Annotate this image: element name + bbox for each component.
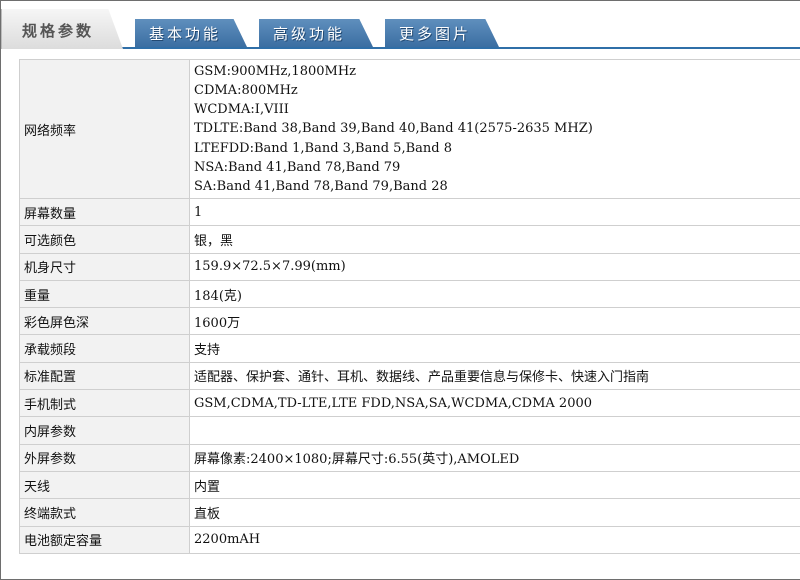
spec-label: 屏幕数量 <box>19 197 190 227</box>
spec-value: GSM,CDMA,TD-LTE,LTE FDD,NSA,SA,WCDMA,CDM… <box>189 389 800 418</box>
spec-value: 184(克) <box>189 279 800 309</box>
spec-value: 银，黑 <box>189 225 800 254</box>
network-line: LTEFDD:Band 1,Band 3,Band 5,Band 8 <box>194 140 452 156</box>
spec-value: 159.9×72.5×7.99(mm) <box>189 252 800 281</box>
spec-label: 手机制式 <box>19 389 190 418</box>
spec-label: 外屏参数 <box>19 443 190 472</box>
spec-panel: 规格参数 基本功能 高级功能 更多图片 网络频率 GSM:900MHz,1800… <box>0 0 800 580</box>
network-line: WCDMA:I,VIII <box>194 102 289 118</box>
spec-label: 网络频率 <box>19 59 190 199</box>
network-line: GSM:900MHz,1800MHz <box>194 64 357 80</box>
spec-label: 内屏参数 <box>19 416 190 445</box>
spec-table-container: 网络频率 GSM:900MHz,1800MHz CDMA:800MHz WCDM… <box>19 59 800 554</box>
network-line: TDLTE:Band 38,Band 39,Band 40,Band 41(25… <box>194 121 593 137</box>
spec-label: 天线 <box>19 470 190 500</box>
tab-bar: 规格参数 基本功能 高级功能 更多图片 <box>1 1 800 49</box>
tab-more-pictures[interactable]: 更多图片 <box>385 19 499 47</box>
table-row: 承载频段 支持 <box>19 334 800 363</box>
table-row: 手机制式 GSM,CDMA,TD-LTE,LTE FDD,NSA,SA,WCDM… <box>19 389 800 418</box>
table-row: 终端款式 直板 <box>19 498 800 527</box>
table-row: 电池额定容量 2200mAH <box>19 525 800 554</box>
spec-table: 网络频率 GSM:900MHz,1800MHz CDMA:800MHz WCDM… <box>19 59 800 554</box>
network-line: SA:Band 41,Band 78,Band 79,Band 28 <box>194 178 448 194</box>
spec-label: 可选颜色 <box>19 225 190 254</box>
tab-specs[interactable]: 规格参数 <box>1 9 123 49</box>
spec-value <box>189 416 800 445</box>
spec-label: 标准配置 <box>19 361 190 391</box>
spec-value: 屏幕像素:2400×1080;屏幕尺寸:6.55(英寸),AMOLED <box>189 443 800 472</box>
network-line: NSA:Band 41,Band 78,Band 79 <box>194 159 401 175</box>
table-row: 重量 184(克) <box>19 279 800 309</box>
spec-label: 彩色屏色深 <box>19 307 190 336</box>
table-row: 彩色屏色深 1600万 <box>19 307 800 336</box>
spec-label: 承载频段 <box>19 334 190 363</box>
table-row: 标准配置 适配器、保护套、通针、耳机、数据线、产品重要信息与保修卡、快速入门指南 <box>19 361 800 391</box>
table-row: 屏幕数量 1 <box>19 197 800 227</box>
table-row: 可选颜色 银，黑 <box>19 225 800 254</box>
spec-value: 内置 <box>189 470 800 500</box>
spec-label: 电池额定容量 <box>19 525 190 554</box>
spec-value: 2200mAH <box>189 525 800 554</box>
spec-value: 1600万 <box>189 307 800 336</box>
spec-label: 终端款式 <box>19 498 190 527</box>
table-row: 天线 内置 <box>19 470 800 500</box>
tab-advanced-functions[interactable]: 高级功能 <box>259 19 373 47</box>
table-row: 机身尺寸 159.9×72.5×7.99(mm) <box>19 252 800 281</box>
spec-value: 1 <box>189 197 800 227</box>
spec-value-network: GSM:900MHz,1800MHz CDMA:800MHz WCDMA:I,V… <box>189 59 800 199</box>
table-row: 外屏参数 屏幕像素:2400×1080;屏幕尺寸:6.55(英寸),AMOLED <box>19 443 800 472</box>
spec-value: 支持 <box>189 334 800 363</box>
network-line: CDMA:800MHz <box>194 83 298 99</box>
spec-label: 机身尺寸 <box>19 252 190 281</box>
tab-basic-functions[interactable]: 基本功能 <box>135 19 247 47</box>
table-row: 内屏参数 <box>19 416 800 445</box>
spec-value: 适配器、保护套、通针、耳机、数据线、产品重要信息与保修卡、快速入门指南 <box>189 361 800 391</box>
table-row-network: 网络频率 GSM:900MHz,1800MHz CDMA:800MHz WCDM… <box>19 59 800 199</box>
spec-label: 重量 <box>19 279 190 309</box>
spec-value: 直板 <box>189 498 800 527</box>
